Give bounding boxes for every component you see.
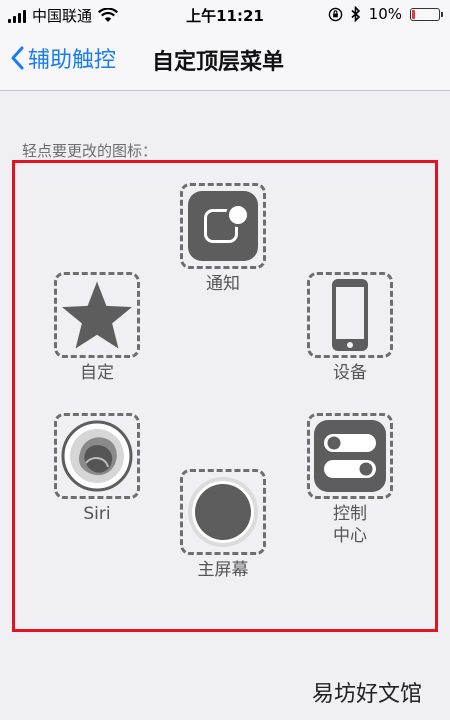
slot-label: 设备 <box>333 363 367 383</box>
battery-fill <box>412 9 415 19</box>
battery-percent: 10% <box>368 5 402 23</box>
nav-bar: 辅助触控 自定顶层菜单 <box>0 30 450 91</box>
slot-frame[interactable] <box>54 272 140 358</box>
menu-slot-custom[interactable]: 自定 <box>54 272 140 384</box>
status-bar: 中国联通 上午11:21 10% <box>0 0 450 30</box>
slot-label: Siri <box>83 504 111 524</box>
slot-frame[interactable] <box>180 183 266 269</box>
siri-icon <box>61 420 133 492</box>
slot-label-line2: 中心 <box>333 526 367 546</box>
instruction-text: 轻点要更改的图标： <box>22 142 158 160</box>
control-center-icon <box>314 420 386 492</box>
slot-label-line1: 控制 <box>333 504 367 524</box>
page-title: 自定顶层菜单 <box>152 50 285 75</box>
chevron-left-icon <box>11 46 24 70</box>
menu-slot-notification[interactable]: 通知 <box>180 183 266 295</box>
star-icon <box>62 281 132 349</box>
device-icon <box>332 279 368 351</box>
slot-label: 自定 <box>80 363 114 383</box>
status-right: 10% <box>328 5 443 23</box>
battery-icon <box>410 7 443 21</box>
menu-slot-device[interactable]: 设备 <box>307 272 393 384</box>
back-label: 辅助触控 <box>28 48 117 73</box>
slot-frame[interactable] <box>307 272 393 358</box>
watermark-text: 易坊好文馆 <box>311 682 422 707</box>
slot-label: 通知 <box>206 274 240 294</box>
bluetooth-icon <box>351 6 360 22</box>
slot-frame[interactable] <box>180 469 266 555</box>
menu-slot-control-center[interactable]: 控制 中心 <box>307 413 393 547</box>
notification-icon <box>188 191 258 261</box>
slot-frame[interactable] <box>307 413 393 499</box>
home-icon <box>188 477 258 547</box>
menu-slot-siri[interactable]: Siri <box>54 413 140 525</box>
slot-label: 主屏幕 <box>197 560 249 580</box>
slot-frame[interactable] <box>54 413 140 499</box>
orientation-lock-icon <box>328 7 342 21</box>
back-button[interactable]: 辅助触控 <box>10 42 116 74</box>
menu-slot-home[interactable]: 主屏幕 <box>180 469 266 581</box>
